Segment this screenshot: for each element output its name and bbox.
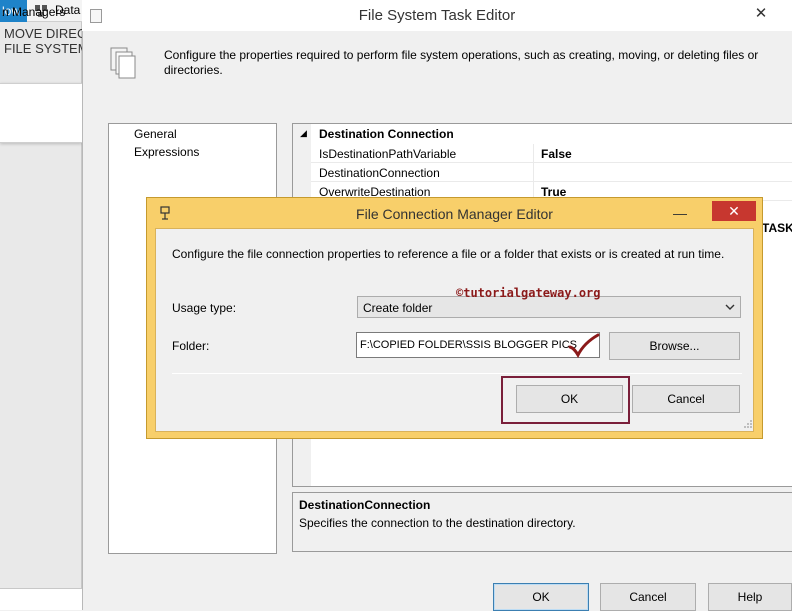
property-description-panel: DestinationConnection Specifies the conn… [292,492,792,552]
dialog-divider [172,373,742,374]
connection-managers-label: n Managers [2,5,66,19]
dialog-body: Configure the file connection properties… [155,228,754,432]
description-title: DestinationConnection [299,498,431,512]
browse-button[interactable]: Browse... [609,332,740,360]
property-row[interactable]: IsDestinationPathVariable False [311,144,792,163]
folder-input[interactable]: F:\COPIED FOLDER\SSIS BLOGGER PICS [356,332,600,359]
usage-type-value: Create folder [363,301,433,315]
main-help-button[interactable]: Help [708,583,792,611]
property-category-label: Destination Connection [319,127,454,141]
file-connection-manager-dialog: File Connection Manager Editor — ✕ Confi… [146,197,763,439]
main-window-title: File System Task Editor [358,7,516,24]
folder-value: F:\COPIED FOLDER\SSIS BLOGGER PICS [360,339,577,351]
main-close-button[interactable]: ✕ [753,6,769,22]
designer-task-box[interactable] [0,83,82,143]
resize-grip-icon[interactable] [743,419,753,429]
main-ok-button[interactable]: OK [493,583,589,611]
property-row[interactable]: DestinationConnection [311,163,792,182]
usage-type-label: Usage type: [172,301,237,315]
documents-icon [110,47,136,79]
dialog-ok-button[interactable]: OK [516,385,623,413]
property-name: DestinationConnection [319,166,440,180]
watermark-text: ©tutorialgateway.org [456,286,601,300]
chevron-down-icon[interactable] [722,299,738,315]
dialog-description: Configure the file connection properties… [172,247,725,261]
main-cancel-button[interactable]: Cancel [600,583,696,611]
description-text: Specifies the connection to the destinat… [299,516,576,530]
dialog-close-button[interactable]: ✕ [712,201,756,221]
checkmark-icon [568,333,600,359]
dialog-cancel-button[interactable]: Cancel [632,385,740,413]
property-value-fragment: TASK [762,221,792,235]
task-name-label: MOVE DIREC FILE SYSTEM [4,26,82,56]
property-name: IsDestinationPathVariable [319,147,457,161]
nav-item-general[interactable]: General [134,127,177,141]
nav-item-expressions[interactable]: Expressions [134,145,199,159]
folder-label: Folder: [172,339,210,353]
editor-header-description: Configure the properties required to per… [164,48,759,77]
dialog-minimize-button[interactable]: — [669,204,691,222]
collapse-icon[interactable]: ◢ [300,128,307,139]
property-value[interactable]: False [541,147,572,161]
connection-managers-tab[interactable] [0,588,82,610]
